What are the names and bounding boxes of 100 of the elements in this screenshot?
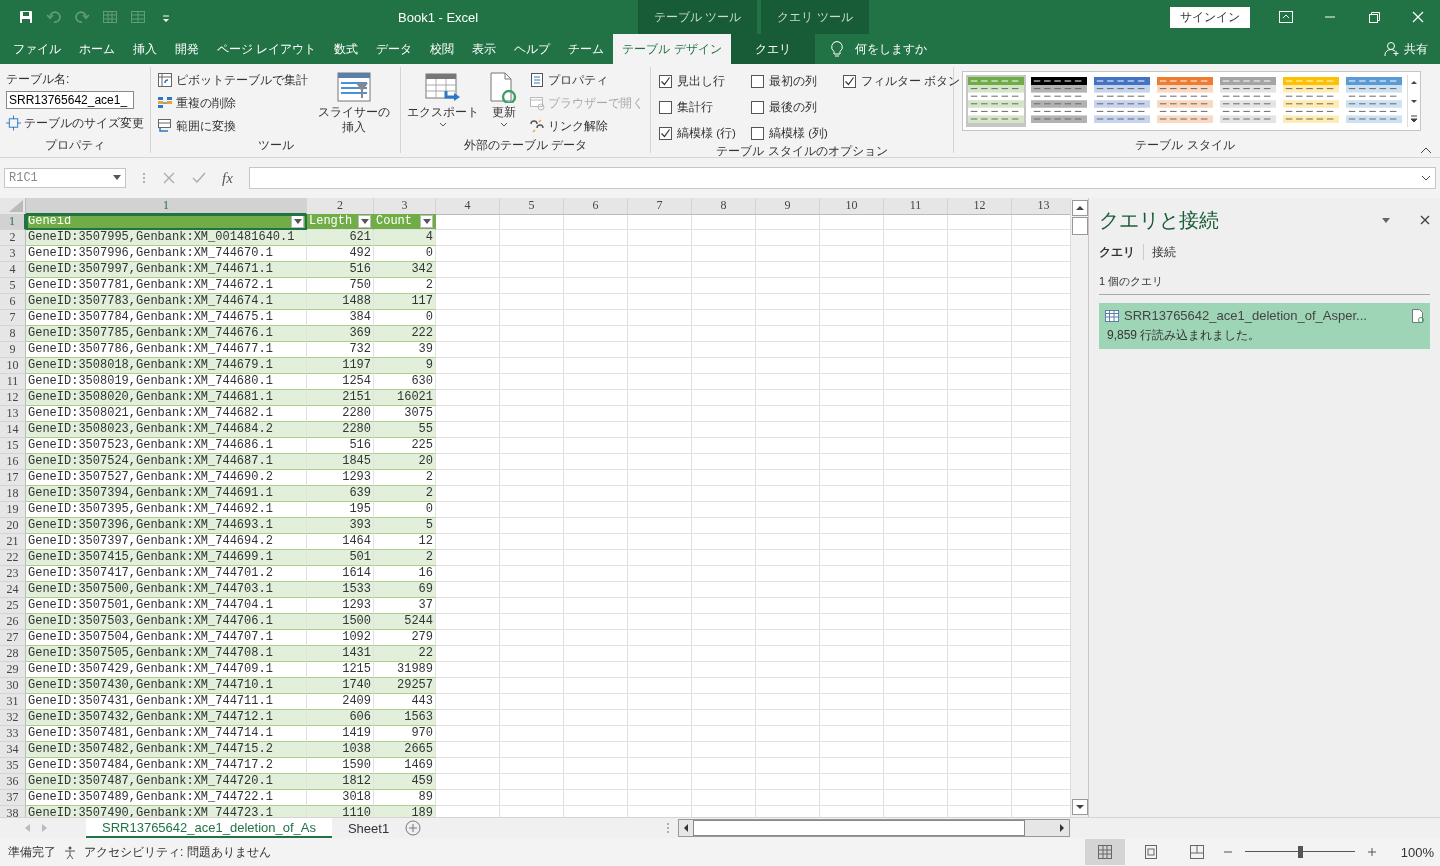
checkbox[interactable] [659, 126, 672, 140]
row-header[interactable]: 25 [0, 598, 26, 614]
share-person-icon[interactable] [1384, 41, 1400, 57]
query-item[interactable]: SRR13765642_ace1_deletion_of_Asper... 9,859 行読み込まれました。 [1099, 303, 1430, 349]
checkbox[interactable] [843, 74, 856, 88]
ribbon-button[interactable]: プロパティ [529, 71, 644, 89]
column-header[interactable]: 11 [884, 198, 948, 215]
ribbon-button[interactable]: ピボットテーブルで集計 [157, 71, 308, 89]
column-header[interactable]: 12 [948, 198, 1012, 215]
column-header[interactable]: 7 [628, 198, 692, 215]
column-header[interactable]: 6 [564, 198, 628, 215]
row-header[interactable]: 23 [0, 566, 26, 582]
sheet-tab[interactable]: SRR13765642_ace1_deletion_of_As [86, 818, 332, 838]
ribbon-display-icon[interactable] [1278, 9, 1294, 25]
pane-tab[interactable]: 接続 [1143, 244, 1184, 260]
insert-slicer-button[interactable]: スライサーの挿入 [314, 71, 394, 137]
ribbon-tab[interactable]: ホーム [70, 34, 124, 64]
row-header[interactable]: 20 [0, 518, 26, 534]
row-header[interactable]: 5 [0, 278, 26, 294]
ribbon-tab[interactable]: 校閲 [421, 34, 464, 64]
checkbox[interactable] [751, 126, 764, 140]
row-header[interactable]: 29 [0, 662, 26, 678]
scroll-down-icon[interactable] [1071, 799, 1088, 815]
document-refresh-icon[interactable] [1412, 308, 1424, 323]
row-header[interactable]: 3 [0, 246, 26, 262]
grip-icon[interactable] [666, 822, 670, 834]
row-header[interactable]: 28 [0, 646, 26, 662]
collapse-ribbon-icon[interactable] [1420, 146, 1432, 154]
ribbon-tab[interactable]: ファイル [4, 34, 70, 64]
column-header[interactable]: 9 [756, 198, 820, 215]
ribbon-tab[interactable]: 表示 [463, 34, 506, 64]
scroll-up-icon[interactable] [1071, 200, 1088, 216]
expand-icon[interactable] [1421, 175, 1431, 181]
checkbox[interactable] [751, 100, 764, 114]
row-header[interactable]: 8 [0, 326, 26, 342]
row-header[interactable]: 34 [0, 742, 26, 758]
row-header[interactable]: 9 [0, 342, 26, 358]
column-header[interactable]: 4 [436, 198, 500, 215]
row-header[interactable]: 16 [0, 454, 26, 470]
ribbon-button[interactable]: 範囲に変換 [157, 117, 308, 135]
ribbon-button[interactable]: 更新 [485, 71, 523, 137]
checkbox[interactable] [659, 100, 672, 114]
checkbox[interactable] [751, 74, 764, 88]
caret-icon[interactable] [113, 175, 121, 181]
row-header[interactable]: 1 [0, 214, 26, 230]
tell-me-search[interactable]: 何をしますか [854, 40, 927, 58]
row-header[interactable]: 11 [0, 374, 26, 390]
insert-function-button[interactable]: fx [222, 169, 233, 187]
name-box[interactable]: R1C1 [4, 168, 126, 188]
column-header[interactable]: 10 [820, 198, 884, 215]
add-sheet-icon[interactable] [405, 820, 422, 836]
ribbon-tab[interactable]: ヘルプ [505, 34, 560, 64]
scrollbar-thumb[interactable] [1071, 217, 1088, 235]
row-header[interactable]: 14 [0, 422, 26, 438]
column-header[interactable]: 5 [500, 198, 564, 215]
restore-icon[interactable] [1366, 9, 1382, 25]
checkbox[interactable] [659, 74, 672, 88]
row-header[interactable]: 27 [0, 630, 26, 646]
normal-view-icon[interactable] [1084, 839, 1125, 865]
row-header[interactable]: 7 [0, 310, 26, 326]
row-header[interactable]: 4 [0, 262, 26, 278]
table-style-swatch[interactable] [966, 75, 1026, 127]
row-header[interactable]: 35 [0, 758, 26, 774]
row-header[interactable]: 24 [0, 582, 26, 598]
row-header[interactable]: 12 [0, 390, 26, 406]
ribbon-tab[interactable]: 開発 [166, 34, 208, 64]
row-header[interactable]: 15 [0, 438, 26, 454]
row-header[interactable]: 18 [0, 486, 26, 502]
ribbon-button[interactable]: エクスポート [407, 71, 479, 137]
row-header[interactable]: 19 [0, 502, 26, 518]
share-button[interactable]: 共有 [1404, 40, 1428, 58]
save-icon[interactable] [18, 9, 34, 25]
ribbon-tab[interactable]: チーム [559, 34, 614, 64]
row-header[interactable]: 26 [0, 614, 26, 630]
filter-button[interactable] [420, 215, 433, 228]
row-header[interactable]: 30 [0, 678, 26, 694]
ribbon-tab[interactable]: ページ レイアウト [208, 34, 326, 64]
ribbon-button[interactable]: リンク解除 [529, 117, 644, 135]
row-header[interactable]: 21 [0, 534, 26, 550]
ribbon-tab[interactable]: データ [367, 34, 422, 64]
ribbon-tab[interactable]: 挿入 [124, 34, 166, 64]
close-icon[interactable] [1410, 9, 1426, 25]
horizontal-scrollbar[interactable] [678, 819, 1070, 837]
row-header[interactable]: 37 [0, 790, 26, 806]
sheet-tab[interactable]: Sheet1 [337, 818, 400, 838]
row-header[interactable]: 17 [0, 470, 26, 486]
pane-tab[interactable]: クエリ [1099, 244, 1143, 260]
row-header[interactable]: 2 [0, 230, 26, 246]
zoom-in-icon[interactable] [1366, 847, 1377, 857]
row-header[interactable]: 6 [0, 294, 26, 310]
zoom-level[interactable]: 100% [1400, 844, 1434, 860]
accessibility-status[interactable]: アクセシビリティ: 問題ありません [84, 843, 271, 861]
ribbon-tab[interactable]: 数式 [325, 34, 368, 64]
ribbon-button[interactable]: 重複の削除 [157, 94, 308, 112]
filter-button[interactable] [291, 215, 304, 228]
table-name-field[interactable]: SRR13765642_ace1_ [6, 91, 134, 109]
lightbulb-icon[interactable] [828, 40, 845, 58]
formula-input[interactable] [248, 167, 1436, 189]
row-header[interactable]: 33 [0, 726, 26, 742]
close-icon[interactable] [1420, 215, 1430, 225]
